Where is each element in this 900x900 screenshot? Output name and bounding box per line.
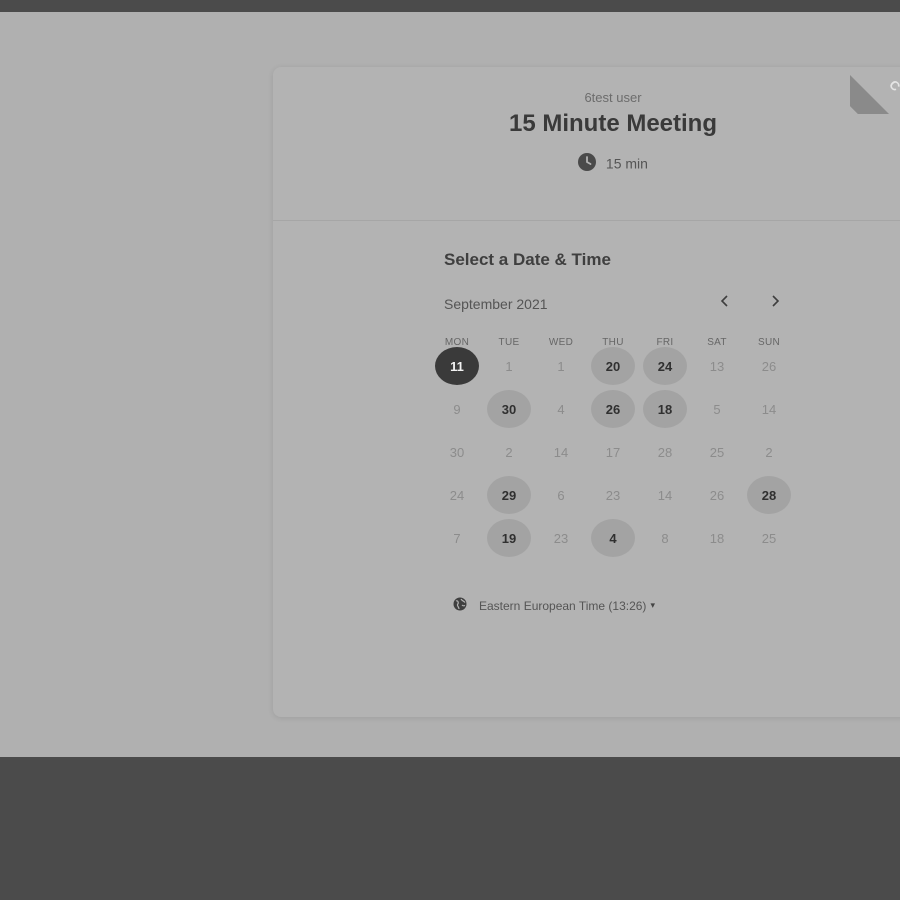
day-cell: 1 — [557, 358, 565, 374]
host-name: 6test user — [584, 90, 642, 105]
clock-icon — [578, 153, 597, 174]
day-cell: 5 — [713, 401, 721, 417]
day-cell-available[interactable]: 18 — [643, 390, 687, 428]
day-cell: 17 — [605, 444, 621, 460]
timezone-label: Eastern European Time (13:26) — [479, 598, 647, 613]
day-cell: 26 — [709, 487, 725, 503]
day-cell-available[interactable]: 28 — [747, 476, 791, 514]
day-cell: 9 — [453, 401, 461, 417]
day-cell: 25 — [761, 530, 777, 546]
globe-icon — [453, 597, 467, 614]
day-cell: 30 — [449, 444, 465, 460]
prev-month-button[interactable] — [712, 289, 738, 315]
day-cell: 4 — [557, 401, 565, 417]
day-cell-available[interactable]: 26 — [591, 390, 635, 428]
day-cell: 25 — [709, 444, 725, 460]
day-cell-selected[interactable]: 11 — [435, 347, 479, 385]
day-cell: 8 — [661, 530, 669, 546]
day-cell-available[interactable]: 4 — [591, 519, 635, 557]
chevron-right-icon — [770, 292, 780, 311]
day-cell-available[interactable]: 20 — [591, 347, 635, 385]
day-cell: 13 — [709, 358, 725, 374]
top-bar — [0, 0, 900, 12]
day-cell: 28 — [657, 444, 673, 460]
day-cell: 2 — [505, 444, 513, 460]
day-cell: 2 — [765, 444, 773, 460]
booking-card: 6test user 15 Minute Meeting 15 min Sele… — [273, 67, 900, 717]
page-viewport: 6test user 15 Minute Meeting 15 min Sele… — [0, 12, 900, 757]
event-duration: 15 min — [273, 153, 900, 174]
section-title: Select a Date & Time — [444, 250, 611, 269]
duration-label: 15 min — [605, 155, 648, 172]
event-title: 15 Minute Meeting — [508, 110, 718, 137]
day-cell-available[interactable]: 29 — [487, 476, 531, 514]
day-cell: 1 — [505, 358, 513, 374]
badge-icon: C — [886, 76, 900, 95]
chevron-left-icon — [720, 292, 730, 311]
day-cell: 7 — [453, 530, 461, 546]
day-cell: 26 — [761, 358, 777, 374]
day-cell: 18 — [709, 530, 725, 546]
day-cell: 24 — [449, 487, 465, 503]
timezone-selector[interactable]: Eastern European Time (13:26) ▾ — [453, 597, 655, 614]
day-cell: 6 — [557, 487, 565, 503]
day-cell: 23 — [605, 487, 621, 503]
caret-down-icon: ▾ — [650, 600, 655, 610]
corner-ribbon: C — [850, 64, 900, 114]
day-cell-available[interactable]: 30 — [487, 390, 531, 428]
event-header: 6test user 15 Minute Meeting 15 min — [273, 67, 900, 221]
day-cell: 14 — [657, 487, 673, 503]
day-cell-available[interactable]: 24 — [643, 347, 687, 385]
day-cell-available[interactable]: 19 — [487, 519, 531, 557]
next-month-button[interactable] — [762, 289, 788, 315]
day-cell: 14 — [553, 444, 569, 460]
day-cell: 23 — [553, 530, 569, 546]
day-cell: 14 — [761, 401, 777, 417]
month-label: September 2021 — [444, 296, 548, 312]
calendar-grid: 11 1 1 20 24 13 26 9 30 4 26 18 5 14 30 2 14 17 28 25 2 24 29 6… — [431, 347, 795, 587]
